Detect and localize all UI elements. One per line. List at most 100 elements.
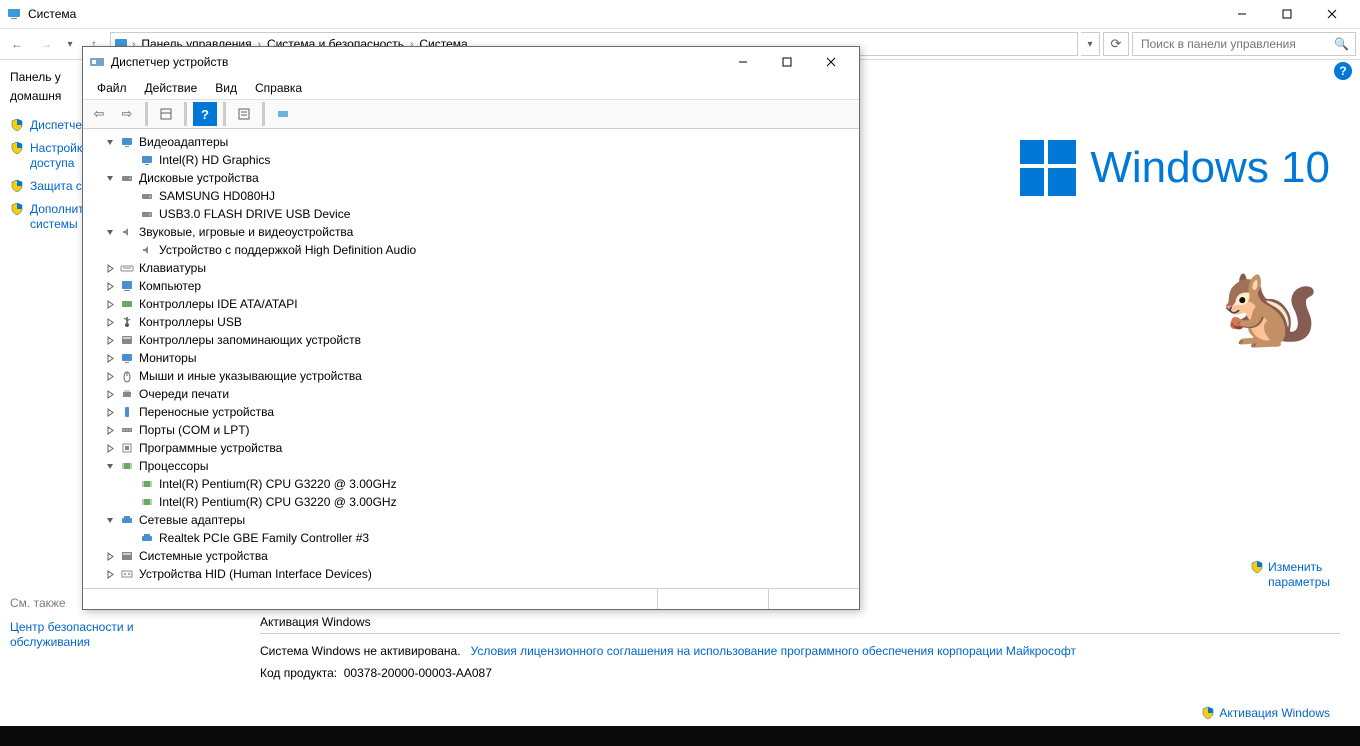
tree-node[interactable]: Intel(R) Pentium(R) CPU G3220 @ 3.00GHz [83, 493, 859, 511]
expand-toggle[interactable] [103, 138, 117, 147]
expand-toggle[interactable] [103, 570, 117, 579]
dm-titlebar[interactable]: Диспетчер устройств [83, 47, 859, 77]
expand-toggle[interactable] [103, 336, 117, 345]
activate-windows-link[interactable]: Активация Windows [1201, 706, 1330, 720]
dm-maximize-button[interactable] [765, 48, 809, 76]
nav-recent-button[interactable]: ▾ [62, 32, 78, 56]
tree-node-label: Переносные устройства [139, 405, 274, 419]
expand-toggle[interactable] [103, 300, 117, 309]
nav-back-button[interactable]: ← [4, 32, 30, 56]
tree-node-label: Intel(R) Pentium(R) CPU G3220 @ 3.00GHz [159, 495, 397, 509]
expand-toggle[interactable] [103, 462, 117, 471]
disk-icon [139, 188, 155, 204]
tree-node[interactable]: Intel(R) Pentium(R) CPU G3220 @ 3.00GHz [83, 475, 859, 493]
sys-maximize-button[interactable] [1264, 0, 1309, 28]
tb-show-hidden-button[interactable] [154, 102, 178, 126]
search-input[interactable]: 🔍 [1132, 32, 1356, 56]
tree-node[interactable]: Клавиатуры [83, 259, 859, 277]
tree-node[interactable]: Порты (COM и LPT) [83, 421, 859, 439]
windows-brand-text: Windows 10 [1090, 143, 1330, 193]
system-window-titlebar: Система [0, 0, 1360, 29]
tree-node[interactable]: Очереди печати [83, 385, 859, 403]
tree-node-label: Клавиатуры [139, 261, 206, 275]
tb-forward-button[interactable]: ⇨ [115, 102, 139, 126]
expand-toggle[interactable] [103, 426, 117, 435]
device-manager-window: Диспетчер устройств Файл Действие Вид Сп… [82, 46, 860, 610]
tree-node[interactable]: Контроллеры USB [83, 313, 859, 331]
tb-help-button[interactable]: ? [193, 102, 217, 126]
expand-toggle[interactable] [103, 444, 117, 453]
menu-help[interactable]: Справка [247, 79, 310, 97]
nav-forward-button[interactable]: → [33, 32, 59, 56]
monitor-icon [119, 350, 135, 366]
net-icon [139, 530, 155, 546]
tree-node[interactable]: Intel(R) HD Graphics [83, 151, 859, 169]
see-also-link[interactable]: Центр безопасности и обслуживания [10, 616, 230, 654]
sys-close-button[interactable] [1309, 0, 1354, 28]
expand-toggle[interactable] [103, 354, 117, 363]
sidebar-item-label: Настройки доступа [30, 141, 89, 171]
tb-scan-button[interactable] [271, 102, 295, 126]
tree-node[interactable]: USB3.0 FLASH DRIVE USB Device [83, 205, 859, 223]
tree-node[interactable]: Звуковые, игровые и видеоустройства [83, 223, 859, 241]
license-terms-link[interactable]: Условия лицензионного соглашения на испо… [471, 644, 1076, 658]
tree-node[interactable]: Системные устройства [83, 547, 859, 565]
expand-toggle[interactable] [103, 552, 117, 561]
tree-node[interactable]: Realtek PCIe GBE Family Controller #3 [83, 529, 859, 547]
dm-close-button[interactable] [809, 48, 853, 76]
refresh-button[interactable]: ⟳ [1103, 32, 1129, 56]
activation-section: Активация Windows Система Windows не акт… [260, 615, 1340, 688]
mouse-icon [119, 368, 135, 384]
tree-node[interactable]: SAMSUNG HD080HJ [83, 187, 859, 205]
expand-toggle[interactable] [103, 516, 117, 525]
change-params-link[interactable]: Изменить параметры [1250, 560, 1330, 590]
tree-node[interactable]: Дисковые устройства [83, 169, 859, 187]
usb-icon [119, 314, 135, 330]
expand-toggle[interactable] [103, 408, 117, 417]
search-field[interactable] [1139, 36, 1334, 52]
tree-node[interactable]: Сетевые адаптеры [83, 511, 859, 529]
search-icon: 🔍 [1334, 37, 1349, 51]
tree-node[interactable]: Процессоры [83, 457, 859, 475]
tree-node-label: Компьютер [139, 279, 201, 293]
tree-node-label: Порты (COM и LPT) [139, 423, 250, 437]
tree-node[interactable]: Контроллеры запоминающих устройств [83, 331, 859, 349]
expand-toggle[interactable] [103, 318, 117, 327]
expand-toggle[interactable] [103, 228, 117, 237]
tree-node[interactable]: Мониторы [83, 349, 859, 367]
taskbar[interactable] [0, 726, 1360, 746]
tree-node[interactable]: Устройство с поддержкой High Definition … [83, 241, 859, 259]
tree-node[interactable]: Программные устройства [83, 439, 859, 457]
shield-icon [10, 118, 24, 132]
monitor-icon [139, 152, 155, 168]
menu-view[interactable]: Вид [207, 79, 245, 97]
device-tree[interactable]: Видеоадаптеры Intel(R) HD GraphicsДисковы… [83, 129, 859, 588]
tree-node-label: Контроллеры USB [139, 315, 242, 329]
menu-action[interactable]: Действие [137, 79, 206, 97]
tree-node-label: USB3.0 FLASH DRIVE USB Device [159, 207, 350, 221]
tree-node-label: Звуковые, игровые и видеоустройства [139, 225, 353, 239]
tree-node[interactable]: Видеоадаптеры [83, 133, 859, 151]
disk-icon [119, 170, 135, 186]
tb-properties-button[interactable] [232, 102, 256, 126]
menu-file[interactable]: Файл [89, 79, 135, 97]
history-dropdown-button[interactable]: ▾ [1081, 32, 1100, 56]
expand-toggle[interactable] [103, 264, 117, 273]
sys-minimize-button[interactable] [1219, 0, 1264, 28]
dm-minimize-button[interactable] [721, 48, 765, 76]
tree-node[interactable]: Устройства HID (Human Interface Devices) [83, 565, 859, 583]
expand-toggle[interactable] [103, 282, 117, 291]
shield-icon [1201, 706, 1215, 720]
tree-node[interactable]: Мыши и иные указывающие устройства [83, 367, 859, 385]
tree-node[interactable]: Компьютер [83, 277, 859, 295]
tree-node[interactable]: Переносные устройства [83, 403, 859, 421]
tree-node-label: Устройство с поддержкой High Definition … [159, 243, 416, 257]
expand-toggle[interactable] [103, 372, 117, 381]
expand-toggle[interactable] [103, 390, 117, 399]
expand-toggle[interactable] [103, 174, 117, 183]
tree-node[interactable]: Контроллеры IDE ATA/ATAPI [83, 295, 859, 313]
system-window-title: Система [28, 7, 76, 21]
tree-node-label: Видеоадаптеры [139, 135, 228, 149]
shield-icon [10, 141, 24, 155]
tb-back-button[interactable]: ⇦ [87, 102, 111, 126]
